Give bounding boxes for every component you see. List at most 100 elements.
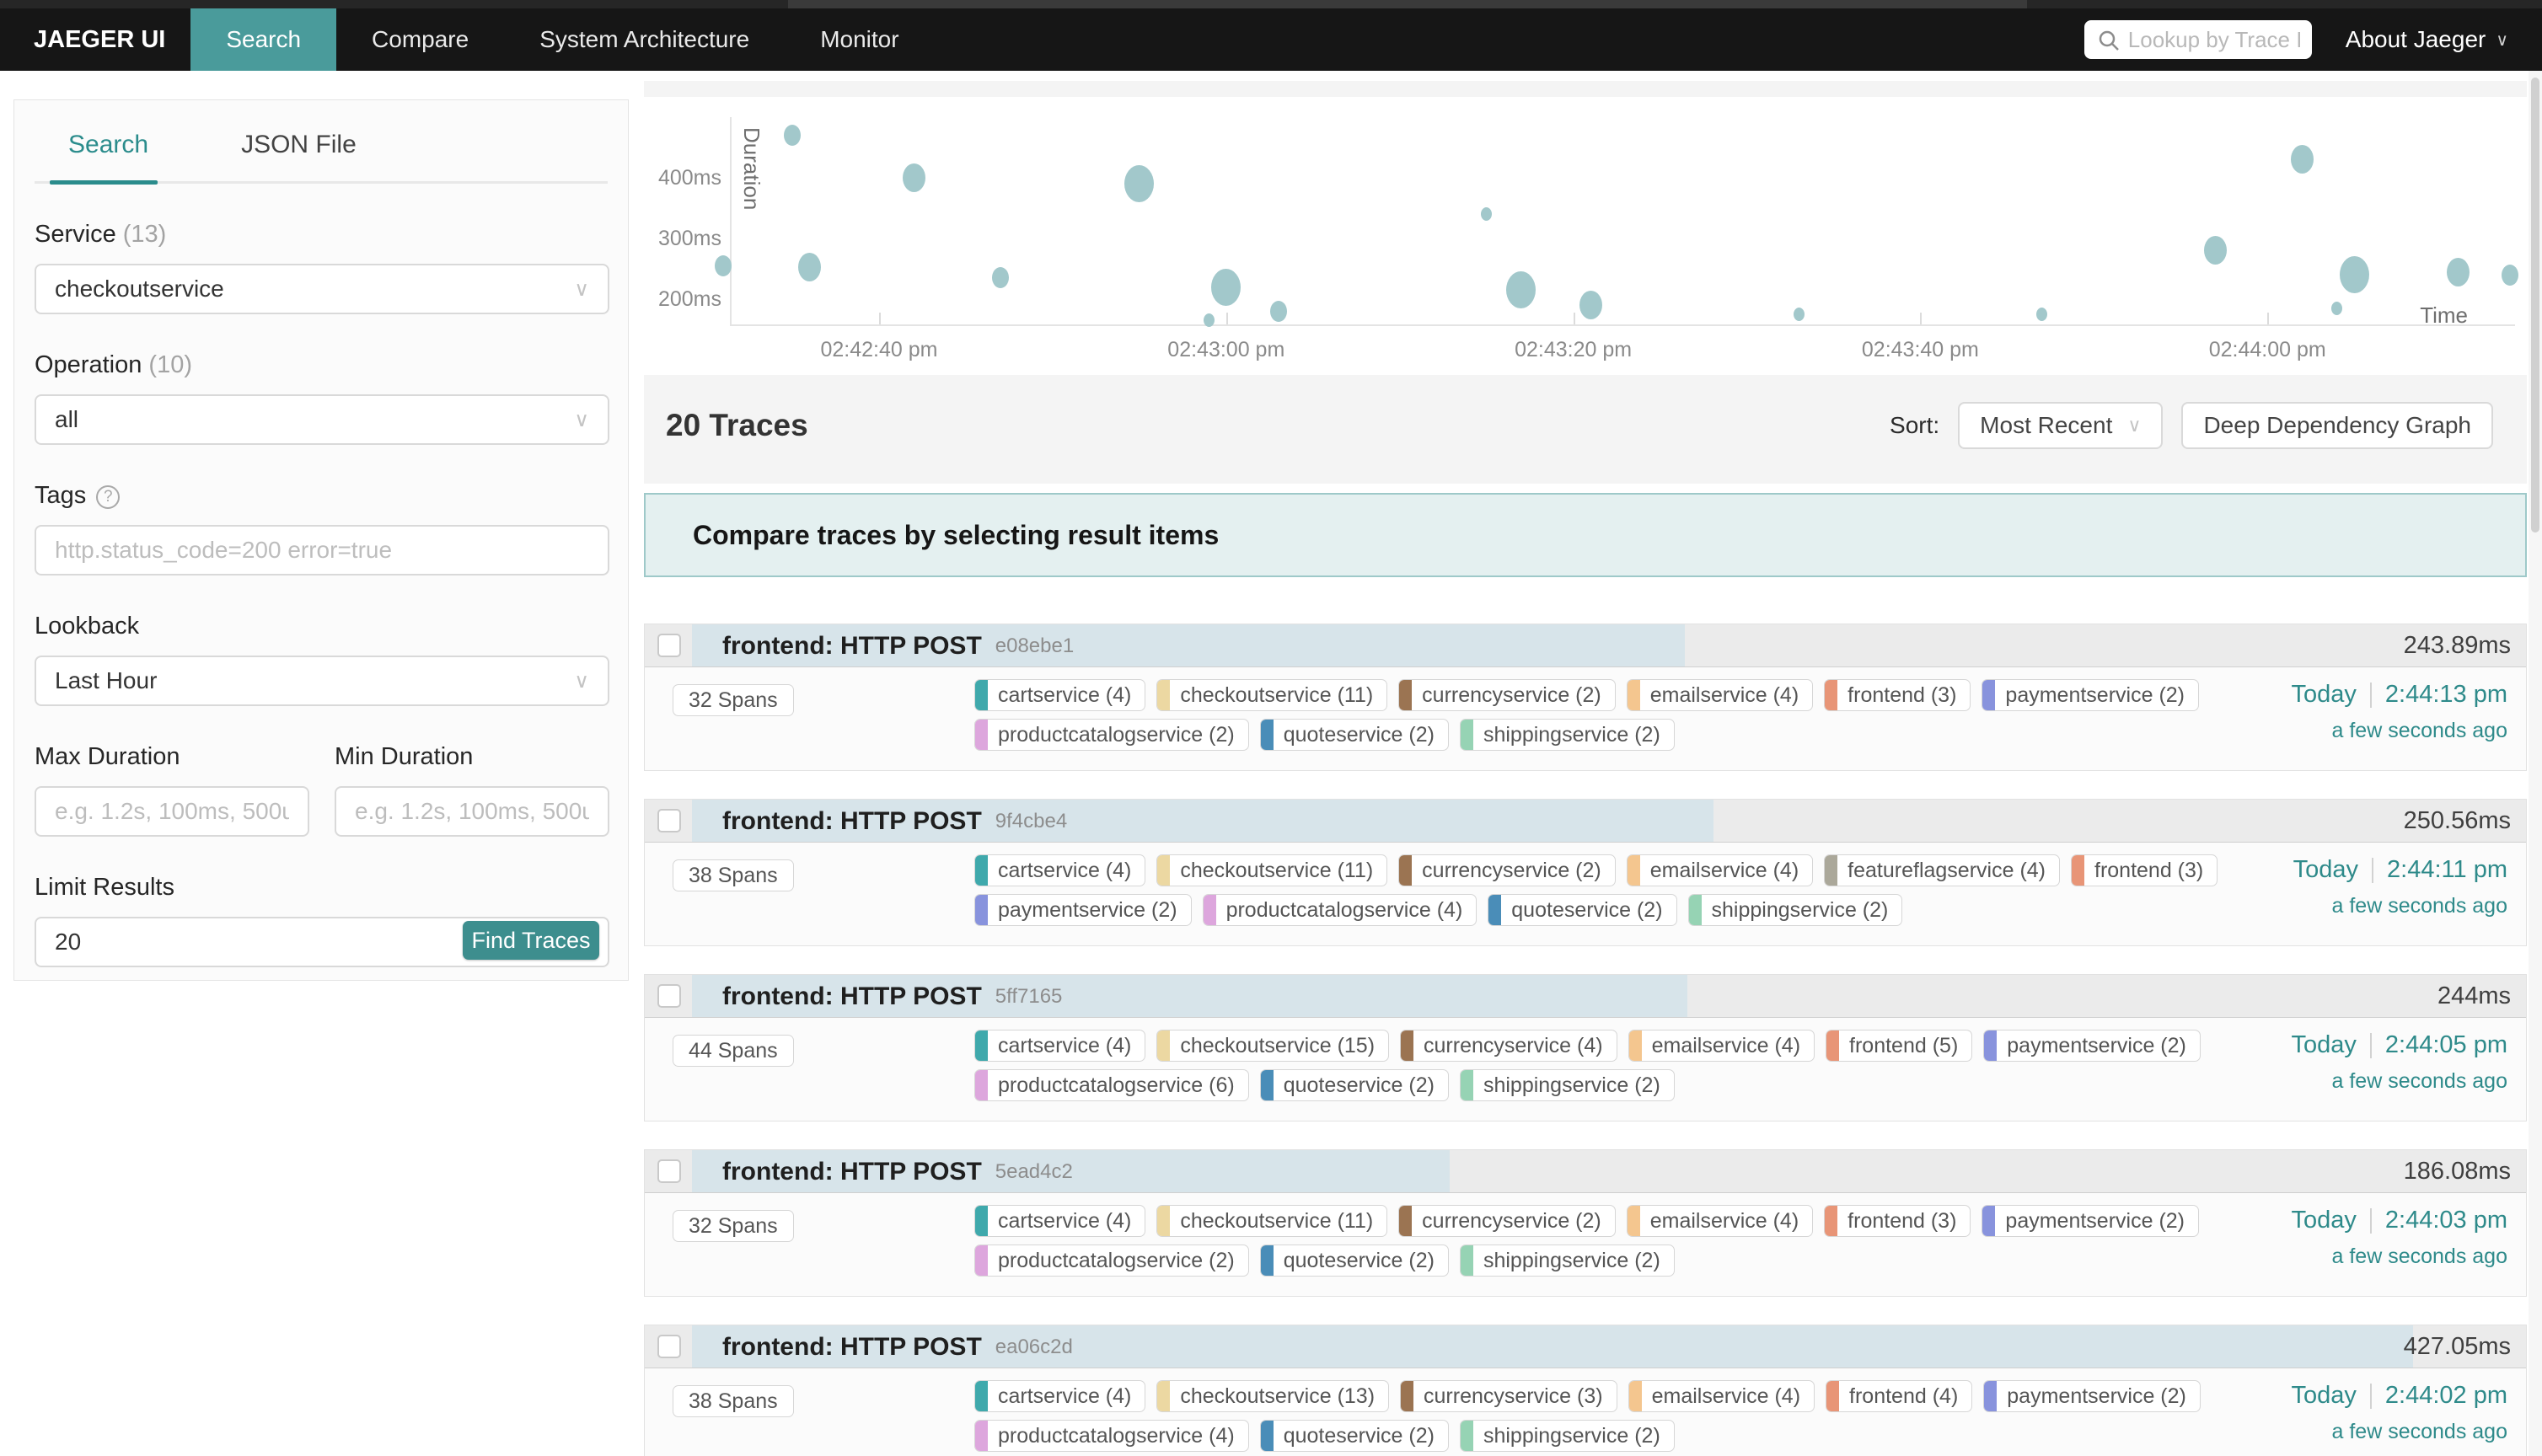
service-color-swatch <box>1261 1070 1274 1100</box>
trace-scatter-point[interactable] <box>1211 269 1241 306</box>
trace-header: frontend: HTTP POST e08ebe1 243.89ms <box>645 624 2526 667</box>
trace-scatter-point[interactable] <box>992 267 1009 288</box>
trace-select-checkbox[interactable] <box>657 984 681 1008</box>
service-tag-label: currencyservice (2) <box>1422 683 1615 708</box>
nav-tab-system-architecture[interactable]: System Architecture <box>504 8 785 71</box>
trace-title-link[interactable]: frontend: HTTP POST 9f4cbe4 <box>722 800 1067 843</box>
trace-scatter-point[interactable] <box>2340 256 2369 293</box>
trace-select-checkbox[interactable] <box>657 1159 681 1183</box>
trace-scatter-point[interactable] <box>2291 145 2314 174</box>
trace-result-card[interactable]: frontend: HTTP POST 5ff7165 244ms 44 Spa… <box>644 974 2527 1121</box>
trace-time: 2:44:13 pm <box>2385 681 2507 709</box>
span-count-chip: 38 Spans <box>673 1385 794 1417</box>
trace-scatter-point[interactable] <box>2502 265 2518 286</box>
service-color-swatch <box>1157 680 1170 710</box>
trace-scatter-point[interactable] <box>2036 308 2047 321</box>
service-tag-label: productcatalogservice (6) <box>998 1073 1248 1098</box>
trace-scatter-point[interactable] <box>2204 236 2227 265</box>
service-tag-label: cartservice (4) <box>998 683 1145 708</box>
trace-scatter-point[interactable] <box>1270 301 1287 322</box>
service-select[interactable]: checkoutservice ∨ <box>35 264 609 314</box>
trace-select-checkbox[interactable] <box>657 634 681 657</box>
trace-scatter-point[interactable] <box>1506 271 1536 308</box>
trace-scatter-point[interactable] <box>1204 313 1215 327</box>
trace-select-checkbox[interactable] <box>657 809 681 832</box>
sort-select[interactable]: Most Recent ∨ <box>1958 402 2163 449</box>
service-tag: frontend (3) <box>1824 679 1971 711</box>
tab-json-file[interactable]: JSON File <box>241 131 357 181</box>
trace-scatter-point[interactable] <box>798 253 821 281</box>
trace-result-card[interactable]: frontend: HTTP POST 9f4cbe4 250.56ms 38 … <box>644 799 2527 946</box>
trace-title-link[interactable]: frontend: HTTP POST 5ead4c2 <box>722 1150 1073 1193</box>
compare-banner-text: Compare traces by selecting result items <box>693 520 1219 551</box>
service-color-swatch <box>1825 855 1837 886</box>
trace-scatter-point[interactable] <box>1794 308 1805 321</box>
trace-result-card[interactable]: frontend: HTTP POST e08ebe1 243.89ms 32 … <box>644 624 2527 771</box>
service-color-swatch <box>975 895 988 925</box>
trace-day: Today <box>2292 1382 2357 1410</box>
trace-result-card[interactable]: frontend: HTTP POST 5ead4c2 186.08ms 32 … <box>644 1149 2527 1297</box>
find-traces-button[interactable]: Find Traces <box>463 921 599 960</box>
trace-duration-label: 243.89ms <box>2404 624 2511 667</box>
tab-search[interactable]: Search <box>68 131 148 181</box>
service-tag: checkoutservice (15) <box>1156 1030 1389 1062</box>
max-duration-input[interactable] <box>55 788 289 835</box>
trace-duration-label: 186.08ms <box>2404 1150 2511 1193</box>
trace-time: 2:44:05 pm <box>2385 1031 2507 1059</box>
nav-tab-monitor[interactable]: Monitor <box>785 8 934 71</box>
trace-scatter-point[interactable] <box>2447 258 2470 286</box>
trace-scatter-point[interactable] <box>1481 207 1492 221</box>
nav-tab-search[interactable]: Search <box>190 8 336 71</box>
service-tag-row: paymentservice (2)productcatalogservice … <box>974 894 2218 926</box>
service-color-swatch <box>1157 1381 1170 1411</box>
chevron-down-icon: ∨ <box>574 408 589 432</box>
service-tag: productcatalogservice (2) <box>974 719 1249 751</box>
trace-scatter-point[interactable] <box>1579 291 1602 319</box>
y-axis-tick: 300ms <box>644 227 721 251</box>
trace-relative-time: a few seconds ago <box>2292 1420 2508 1444</box>
trace-relative-time: a few seconds ago <box>2292 719 2508 743</box>
service-tag: emailservice (4) <box>1628 1380 1815 1412</box>
service-color-swatch <box>975 680 988 710</box>
tags-field <box>35 525 609 575</box>
trace-title-link[interactable]: frontend: HTTP POST e08ebe1 <box>722 624 1074 667</box>
trace-scatter-point[interactable] <box>903 163 925 192</box>
trace-time: 2:44:03 pm <box>2385 1207 2507 1234</box>
span-count-chip: 38 Spans <box>673 859 794 891</box>
nav-tab-compare[interactable]: Compare <box>336 8 504 71</box>
service-tag-label: shippingservice (2) <box>1483 1424 1674 1448</box>
service-color-swatch <box>1984 1030 1997 1061</box>
service-tag-label: currencyservice (2) <box>1422 859 1615 883</box>
operation-label: Operation (10) <box>35 351 608 379</box>
trace-scatter-point[interactable] <box>784 125 801 146</box>
min-duration-input[interactable] <box>355 788 589 835</box>
service-color-swatch <box>1629 1381 1642 1411</box>
chevron-down-icon: ∨ <box>2496 29 2508 51</box>
service-tag-label: checkoutservice (11) <box>1180 1209 1386 1234</box>
trace-time: 2:44:11 pm <box>2387 856 2507 884</box>
trace-select-checkbox[interactable] <box>657 1335 681 1358</box>
trace-title: frontend: HTTP POST <box>722 807 982 836</box>
trace-scatter-point[interactable] <box>1124 165 1154 202</box>
scrollbar-thumb[interactable] <box>2531 78 2539 533</box>
service-tag: currencyservice (4) <box>1400 1030 1617 1062</box>
service-color-swatch <box>1401 1030 1413 1061</box>
service-tag-label: shippingservice (2) <box>1483 1073 1674 1098</box>
trace-scatter-point[interactable] <box>2331 302 2342 315</box>
trace-title-link[interactable]: frontend: HTTP POST 5ff7165 <box>722 975 1062 1018</box>
service-tag-label: quoteservice (2) <box>1284 723 1448 747</box>
help-icon[interactable]: ? <box>96 485 120 509</box>
trace-title-link[interactable]: frontend: HTTP POST ea06c2d <box>722 1325 1073 1368</box>
deep-dependency-graph-button[interactable]: Deep Dependency Graph <box>2181 402 2493 449</box>
tags-input[interactable] <box>55 527 589 574</box>
trace-timestamp: Today 2:44:05 pm a few seconds ago <box>2292 1031 2508 1094</box>
about-jaeger-menu[interactable]: About Jaeger ∨ <box>2346 8 2542 71</box>
trace-result-card[interactable]: frontend: HTTP POST ea06c2d 427.05ms 38 … <box>644 1325 2527 1456</box>
service-color-swatch <box>1461 1070 1473 1100</box>
service-tag-label: shippingservice (2) <box>1712 898 1902 923</box>
min-duration-field <box>335 786 609 837</box>
service-tag: checkoutservice (11) <box>1156 679 1387 711</box>
operation-select[interactable]: all ∨ <box>35 394 609 445</box>
lookback-select[interactable]: Last Hour ∨ <box>35 656 609 706</box>
trace-scatter-point[interactable] <box>715 255 732 276</box>
